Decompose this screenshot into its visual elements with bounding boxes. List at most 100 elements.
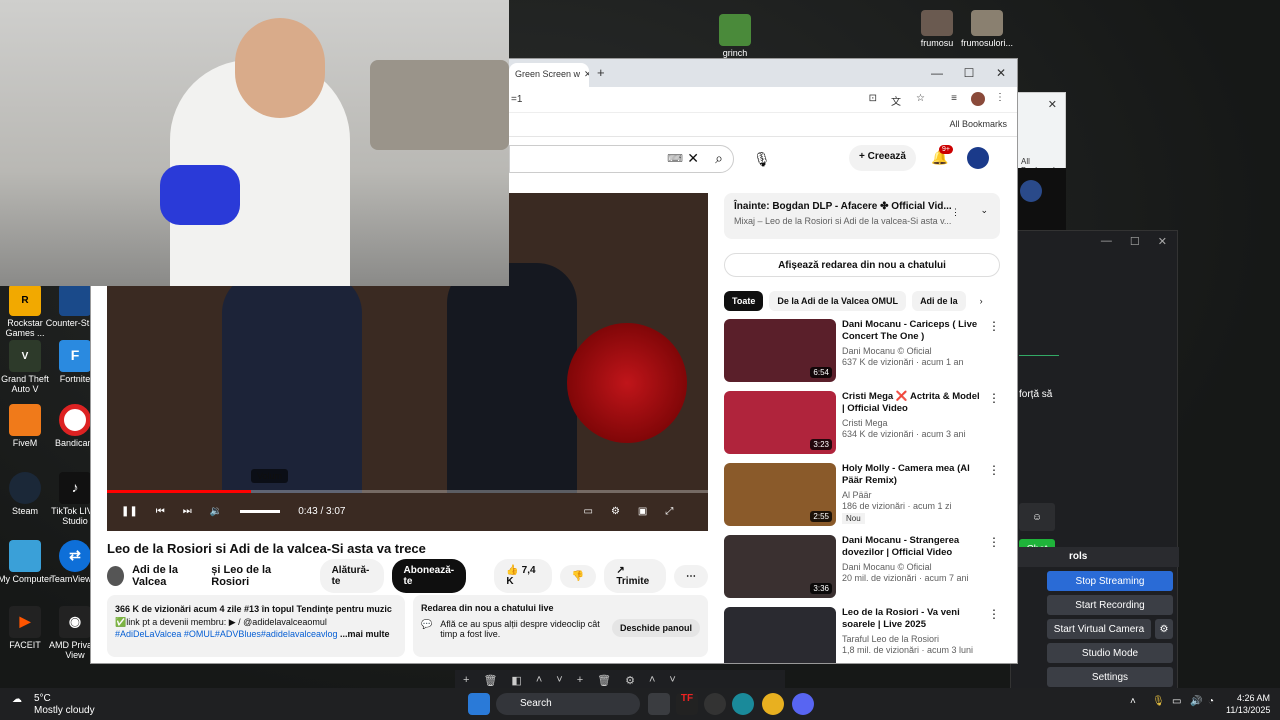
subscribe-button[interactable]: Abonează-te xyxy=(391,559,467,593)
chevron-down-icon[interactable]: ˅ xyxy=(669,674,675,686)
video-thumbnail[interactable]: 6:54 xyxy=(724,319,836,382)
close-icon[interactable]: ✕ xyxy=(1158,235,1167,249)
gear-icon[interactable]: ⚙ xyxy=(1155,619,1173,639)
star-icon[interactable]: ☆ xyxy=(916,93,925,104)
chip-all[interactable]: Toate xyxy=(724,291,764,311)
network-icon[interactable]: ▭ xyxy=(1172,696,1181,707)
search-input[interactable]: ⌨ ✕ ⌕ xyxy=(509,145,734,173)
chevron-down-icon[interactable]: ˅ xyxy=(556,674,562,686)
volume-icon[interactable]: 🔉 xyxy=(210,506,222,517)
video-thumbnail[interactable] xyxy=(724,607,836,663)
more-icon[interactable]: ⋯ xyxy=(673,564,708,588)
theater-icon[interactable]: ▣ xyxy=(638,506,647,517)
subtitles-icon[interactable]: ▭ xyxy=(583,506,592,517)
up-next-card[interactable]: Înainte: Bogdan DLP - Afacere ✤ Official… xyxy=(724,193,1000,239)
app-tf-icon[interactable]: TF xyxy=(676,693,698,715)
clear-icon[interactable]: ✕ xyxy=(687,150,699,167)
trash-icon[interactable]: 🗑 xyxy=(483,674,497,687)
clock-time[interactable]: 4:26 AM xyxy=(1237,693,1270,703)
maximize-icon[interactable]: ☐ xyxy=(1130,235,1140,249)
obs-window[interactable]: —☐✕ forță să ☺ Chat rols Stop Streaming … xyxy=(1010,230,1179,690)
weather-temp[interactable]: 5°C xyxy=(34,693,51,704)
more-icon[interactable]: ⋮ xyxy=(988,463,1000,527)
minimize-icon[interactable]: — xyxy=(921,59,953,87)
more-icon[interactable]: ⋮ xyxy=(988,607,1000,663)
next-icon[interactable]: ⏭ xyxy=(183,506,192,517)
avatar[interactable] xyxy=(967,147,989,169)
install-icon[interactable]: ⊡ xyxy=(869,93,877,104)
more-icon[interactable]: ⋮ xyxy=(988,535,1000,599)
description-box[interactable]: 366 K de vizionări acum 4 zile #13 în to… xyxy=(107,595,405,657)
chevron-right-icon[interactable]: › xyxy=(980,296,983,306)
channel-name[interactable]: Adi de la Valcea xyxy=(132,564,203,588)
more-icon[interactable]: ⋮ xyxy=(988,319,1000,383)
volume-slider[interactable] xyxy=(240,509,281,513)
collab-name[interactable]: și Leo de la Rosiori xyxy=(211,564,297,588)
battery-icon[interactable]: ◔ xyxy=(1208,696,1214,707)
chevron-up-icon[interactable]: ˄ xyxy=(1130,696,1136,707)
mic-icon[interactable]: 🎙 xyxy=(753,151,771,168)
minimize-icon[interactable]: — xyxy=(1101,235,1112,249)
fullscreen-icon[interactable]: ⤢ xyxy=(665,506,673,517)
close-icon[interactable]: ✕ xyxy=(1048,98,1057,111)
task-view-icon[interactable] xyxy=(648,693,670,715)
maximize-icon[interactable]: ☐ xyxy=(953,59,985,87)
share-button[interactable]: ↗ Trimite xyxy=(604,559,666,593)
show-chat-replay-button[interactable]: Afișează redarea din nou a chatului xyxy=(724,253,1000,277)
trash-icon[interactable]: 🗑 xyxy=(597,674,611,687)
volume-icon[interactable]: 🔊 xyxy=(1190,696,1202,707)
video-thumbnail[interactable]: 2:55 xyxy=(724,463,836,526)
more-icon[interactable]: ⋮ xyxy=(988,391,1000,455)
chevron-up-icon[interactable]: ˄ xyxy=(649,674,655,686)
all-bookmarks[interactable]: All Bookmarks xyxy=(949,119,1007,129)
emoji-icon[interactable]: ☺ xyxy=(1019,503,1055,531)
chevron-up-icon[interactable]: ˄ xyxy=(536,674,542,686)
video-thumbnail[interactable]: 3:23 xyxy=(724,391,836,454)
edge-icon[interactable] xyxy=(732,693,754,715)
gear-icon[interactable]: ⚙ xyxy=(611,506,620,517)
more-button[interactable]: ...mai multe xyxy=(340,629,390,639)
settings-button[interactable]: Settings xyxy=(1047,667,1173,687)
filter-icon[interactable]: ◧ xyxy=(511,674,521,687)
chrome-icon[interactable] xyxy=(762,693,784,715)
pause-icon[interactable]: ❚❚ xyxy=(121,506,138,517)
add-icon[interactable]: + xyxy=(463,674,469,686)
profile-avatar[interactable] xyxy=(971,92,985,106)
stop-streaming-button[interactable]: Stop Streaming xyxy=(1047,571,1173,591)
menu-icon[interactable]: ⋮ xyxy=(995,92,1005,103)
keyboard-icon[interactable]: ⌨ xyxy=(667,152,683,165)
video-thumbnail[interactable]: 3:36 xyxy=(724,535,836,598)
dislike-button[interactable]: 👎 xyxy=(559,564,597,588)
like-button[interactable]: 👍 7,4 K xyxy=(494,559,552,593)
recommendation-item[interactable]: 6:54 Dani Mocanu - Cariceps ( Live Conce… xyxy=(724,319,1000,383)
chevron-down-icon[interactable]: ⌄ xyxy=(980,205,988,216)
open-panel-button[interactable]: Deschide panoul xyxy=(611,619,700,637)
recommendation-item[interactable]: 2:55 Holy Molly - Camera mea (Al Päär Re… xyxy=(724,463,1000,527)
close-icon[interactable]: ✕ xyxy=(985,59,1017,87)
mic-icon[interactable]: 🎙 xyxy=(1152,696,1165,707)
desktop-icon-frumosulori[interactable]: frumosulori... xyxy=(955,10,1019,49)
add-icon[interactable]: + xyxy=(577,674,583,686)
close-icon[interactable]: ✕ xyxy=(584,69,589,79)
chip-channel[interactable]: De la Adi de la Valcea OMUL xyxy=(769,291,907,311)
avatar[interactable] xyxy=(107,566,125,586)
search-icon[interactable]: ⌕ xyxy=(715,150,723,167)
desktop-icon-grinch[interactable]: grinch xyxy=(703,14,767,59)
tab-active[interactable]: Green Screen w✕ xyxy=(509,63,589,87)
recommendation-item[interactable]: 3:36 Dani Mocanu - Strangerea dovezilor … xyxy=(724,535,1000,599)
media-icon[interactable]: ≡ xyxy=(951,93,957,104)
create-button[interactable]: + Creează xyxy=(849,145,916,171)
previous-icon[interactable]: ⏮ xyxy=(156,506,165,517)
search-input[interactable]: Search xyxy=(496,693,640,715)
more-icon[interactable]: ⋮ xyxy=(951,207,960,218)
recommendation-item[interactable]: Leo de la Rosiori - Va veni soarele | Li… xyxy=(724,607,1000,663)
gear-icon[interactable]: ⚙ xyxy=(625,674,635,687)
start-virtual-camera-button[interactable]: Start Virtual Camera xyxy=(1047,619,1151,639)
clock-date[interactable]: 11/13/2025 xyxy=(1226,705,1270,715)
windows-start-icon[interactable] xyxy=(468,693,490,715)
weather-desc[interactable]: Mostly cloudy xyxy=(34,705,95,716)
recommendation-item[interactable]: 3:23 Cristi Mega ❌ Actrita & Model | Off… xyxy=(724,391,1000,455)
discord-icon[interactable] xyxy=(792,693,814,715)
translate-icon[interactable]: 文 xyxy=(891,93,901,108)
join-button[interactable]: Alătură-te xyxy=(319,559,384,593)
